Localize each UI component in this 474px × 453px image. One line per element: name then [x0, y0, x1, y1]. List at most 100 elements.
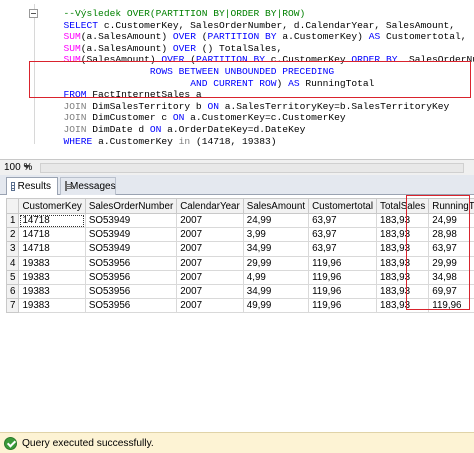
row-number[interactable]: 5 — [5, 269, 20, 285]
results-grid[interactable]: CustomerKey SalesOrderNumber CalendarYear S… — [5, 198, 474, 314]
code-token: AS — [368, 31, 381, 43]
code-token: DimDate d — [86, 123, 150, 135]
grid-icon — [11, 182, 15, 191]
table-cell[interactable]: SO53949 — [84, 241, 178, 257]
tab-messages[interactable]: Messages — [60, 177, 116, 195]
code-line[interactable]: JOIN DimCustomer c ON a.CustomerKey=c.Cu… — [52, 112, 474, 124]
query-editor[interactable]: --Výsledek OVER(PARTITION BY|ORDER BY|RO… — [0, 0, 474, 156]
row-number[interactable]: 1 — [5, 212, 20, 229]
table-cell[interactable]: 2007 — [176, 241, 244, 257]
table-cell[interactable]: 119,96 — [428, 298, 474, 314]
table-cell[interactable]: SO53949 — [84, 212, 178, 229]
grid-header-row: CustomerKey SalesOrderNumber CalendarYear S… — [5, 198, 474, 214]
table-cell[interactable]: 19383 — [18, 283, 86, 300]
table-cell[interactable]: 119,96 — [308, 283, 378, 300]
code-token: OVER — [172, 31, 196, 43]
code-token: (a.SalesAmount) — [80, 31, 173, 43]
table-cell[interactable]: 2007 — [176, 298, 244, 314]
row-number[interactable]: 2 — [5, 227, 20, 243]
code-line[interactable]: JOIN DimSalesTerritory b ON a.SalesTerri… — [52, 101, 474, 113]
code-line[interactable]: SUM(a.SalesAmount) OVER (PARTITION BY a.… — [52, 31, 474, 43]
table-cell[interactable]: 49,99 — [242, 298, 310, 314]
table-row[interactable]: 7 19383 SO53956 2007 49,99 119,96 183,93 119,96 — [5, 298, 474, 314]
results-grid-area: CustomerKey SalesOrderNumber CalendarYear S… — [0, 196, 474, 432]
table-cell[interactable]: 119,96 — [308, 269, 378, 285]
table-cell[interactable]: 2007 — [176, 283, 244, 300]
code-line[interactable]: SUM(a.SalesAmount) OVER () TotalSales, — [52, 43, 474, 55]
code-token: a.OrderDateKey=d.DateKey — [161, 123, 306, 135]
column-header[interactable]: SalesAmount — [242, 198, 310, 214]
tab-results[interactable]: Results — [6, 177, 58, 195]
table-cell[interactable]: 19383 — [18, 298, 86, 314]
table-cell[interactable]: 14718 — [18, 212, 86, 229]
table-cell[interactable]: SO53956 — [84, 255, 178, 271]
table-cell[interactable]: 63,97 — [308, 227, 378, 243]
code-token: ON — [207, 100, 219, 112]
table-cell[interactable]: 29,99 — [428, 255, 474, 271]
table-cell[interactable]: 69,97 — [428, 283, 474, 300]
messages-icon — [65, 181, 73, 191]
table-cell[interactable]: SO53956 — [84, 283, 178, 300]
row-number[interactable]: 4 — [5, 255, 20, 271]
table-cell[interactable]: 183,93 — [376, 212, 430, 229]
zoom-dropdown-icon[interactable] — [24, 165, 30, 169]
table-cell[interactable]: 28,98 — [428, 227, 474, 243]
table-cell[interactable]: SO53956 — [84, 298, 178, 314]
row-number[interactable]: 3 — [5, 241, 20, 257]
code-line[interactable]: JOIN DimDate d ON a.OrderDateKey=d.DateK… — [52, 124, 474, 136]
column-header[interactable]: TotalSales — [376, 198, 430, 214]
table-cell[interactable]: 14718 — [18, 241, 86, 257]
row-number[interactable]: 6 — [5, 283, 20, 300]
table-cell[interactable]: 2007 — [176, 227, 244, 243]
code-line[interactable]: --Výsledek OVER(PARTITION BY|ORDER BY|RO… — [52, 8, 474, 20]
table-cell[interactable]: 183,93 — [376, 269, 430, 285]
table-cell[interactable]: 34,99 — [242, 241, 310, 257]
column-header[interactable]: Customertotal — [308, 198, 378, 214]
table-cell[interactable]: 19383 — [18, 255, 86, 271]
column-header[interactable]: SalesOrderNumber — [84, 198, 178, 214]
table-cell[interactable]: 63,97 — [308, 241, 378, 257]
table-cell[interactable]: 2007 — [176, 269, 244, 285]
code-token: (14718, 19383) — [190, 135, 277, 147]
table-cell[interactable]: SO53956 — [84, 269, 178, 285]
column-header[interactable]: RunningTotal — [428, 198, 474, 214]
table-cell[interactable]: 119,96 — [308, 255, 378, 271]
table-cell[interactable]: 2007 — [176, 212, 244, 229]
table-cell[interactable]: 34,98 — [428, 269, 474, 285]
table-row[interactable]: 2 14718 SO53949 2007 3,99 63,97 183,93 28,98 — [5, 227, 474, 243]
table-cell[interactable]: 183,93 — [376, 255, 430, 271]
table-cell[interactable]: 119,96 — [308, 298, 378, 314]
table-row[interactable]: 6 19383 SO53956 2007 34,99 119,96 183,93 69,97 — [5, 283, 474, 300]
table-cell[interactable]: SO53949 — [84, 227, 178, 243]
code-line[interactable]: WHERE a.CustomerKey in (14718, 19383) — [52, 136, 474, 148]
table-cell[interactable]: 29,99 — [242, 255, 310, 271]
table-cell[interactable]: 19383 — [18, 269, 86, 285]
table-row[interactable]: 4 19383 SO53956 2007 29,99 119,96 183,93 29,99 — [5, 255, 474, 271]
code-token: JOIN — [63, 123, 87, 135]
table-row[interactable]: 1 14718 SO53949 2007 24,99 63,97 183,93 24,99 — [5, 212, 474, 229]
status-message: Query executed successfully. — [22, 438, 154, 449]
code-token: JOIN — [63, 100, 87, 112]
table-cell[interactable]: 14718 — [18, 227, 86, 243]
table-cell[interactable]: 34,99 — [242, 283, 310, 300]
column-header[interactable]: CustomerKey — [18, 198, 86, 214]
table-row[interactable]: 5 19383 SO53956 2007 4,99 119,96 183,93 34,98 — [5, 269, 474, 285]
table-cell[interactable]: 183,93 — [376, 227, 430, 243]
code-line[interactable]: SELECT c.CustomerKey, SalesOrderNumber, … — [52, 20, 474, 32]
collapse-toggle-icon[interactable] — [29, 9, 38, 18]
table-cell[interactable]: 24,99 — [428, 212, 474, 229]
table-cell[interactable]: 4,99 — [242, 269, 310, 285]
table-cell[interactable]: 3,99 — [242, 227, 310, 243]
table-cell[interactable]: 183,93 — [376, 283, 430, 300]
table-cell[interactable]: 24,99 — [242, 212, 310, 229]
table-cell[interactable]: 63,97 — [428, 241, 474, 257]
column-header[interactable]: CalendarYear — [176, 198, 244, 214]
table-cell[interactable]: 63,97 — [308, 212, 378, 229]
horizontal-scrollbar[interactable] — [40, 163, 464, 173]
table-cell[interactable]: 2007 — [176, 255, 244, 271]
table-row[interactable]: 3 14718 SO53949 2007 34,99 63,97 183,93 63,97 — [5, 241, 474, 257]
table-cell[interactable]: 183,93 — [376, 241, 430, 257]
row-number[interactable]: 7 — [5, 298, 20, 314]
row-number-header[interactable] — [5, 198, 20, 214]
table-cell[interactable]: 183,93 — [376, 298, 430, 314]
